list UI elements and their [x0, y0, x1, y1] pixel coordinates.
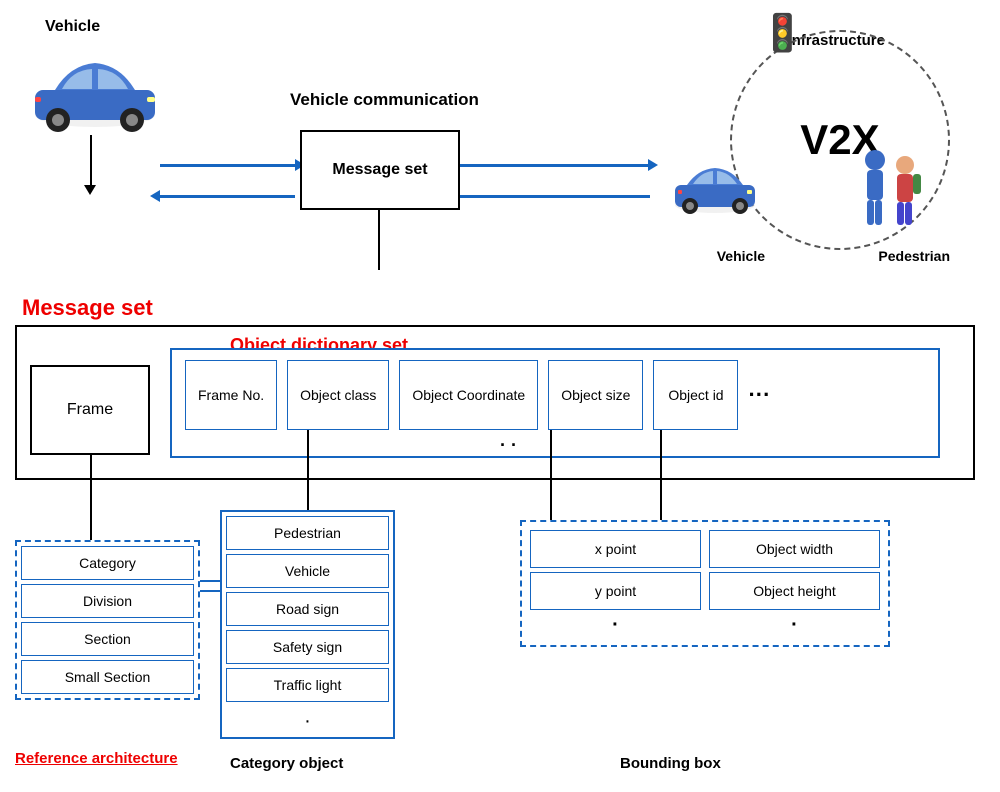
data-item-frame-no: Frame No. — [185, 360, 277, 430]
arrow-down-vehicle — [90, 135, 92, 185]
arrow-ext-left — [160, 195, 295, 198]
category-obj-box: Pedestrian Vehicle Road sign Safety sign… — [220, 510, 395, 739]
ref-arch-item-small-section: Small Section — [21, 660, 194, 694]
bounding-label: Bounding box — [620, 755, 721, 772]
cat-safety-sign: Safety sign — [226, 630, 389, 664]
frame-label: Frame — [67, 401, 113, 419]
category-obj-label: Category object — [230, 755, 343, 772]
vehicle-left-label: Vehicle — [45, 18, 100, 36]
vehicle-left-icon — [20, 45, 170, 135]
bounding-x-point: x point — [530, 530, 701, 568]
ref-arch-item-section: Section — [21, 622, 194, 656]
data-item-object-size: Object size — [548, 360, 643, 430]
connector-h-ref-cat2 — [200, 590, 222, 592]
cat-pedestrian: Pedestrian — [226, 516, 389, 550]
cat-dots: · — [222, 706, 393, 737]
message-set-box: Message set — [300, 130, 460, 210]
pedestrian-icon — [845, 140, 935, 240]
ref-arch-box: Category Division Section Small Section — [15, 540, 200, 700]
arrow-from-right-left — [460, 195, 650, 198]
connector-obj-class-down — [307, 430, 309, 510]
diagram: Vehicle communication Vehicle Frame — [0, 0, 1000, 792]
data-item-object-id: Object id — [653, 360, 738, 430]
connector-h-ref-cat — [200, 580, 222, 582]
connector-coord-down — [550, 430, 552, 520]
ref-arch-label: Reference architecture — [15, 750, 178, 767]
arrow-to-message — [160, 164, 295, 167]
frame-box: Frame — [30, 365, 150, 455]
message-set-red-label: Message set — [22, 295, 153, 321]
pedestrian-label: Pedestrian — [878, 248, 950, 264]
data-item-object-class: Object class — [287, 360, 389, 430]
dots-mid: ··· — [748, 382, 770, 408]
vehicle-comm-label: Vehicle communication — [290, 90, 479, 110]
connector-size-down — [660, 430, 662, 520]
arrow-down-message — [378, 210, 380, 270]
inner-dots: · · — [500, 435, 517, 456]
traffic-light-icon: 🚦 — [760, 12, 805, 54]
arrowhead-from-right-left — [150, 190, 160, 202]
bounding-height: Object height — [709, 572, 880, 610]
bounding-y-point: y point — [530, 572, 701, 610]
arrowhead-down-vehicle — [84, 185, 96, 195]
vehicle-right-label: Vehicle — [717, 248, 765, 264]
data-item-object-coord: Object Coordinate — [399, 360, 538, 430]
bounding-left-dots: · — [530, 614, 701, 637]
bounding-left-col: x point y point · — [530, 530, 701, 637]
ref-arch-item-division: Division — [21, 584, 194, 618]
connector-frame-down — [90, 455, 92, 540]
ref-arch-item-category: Category — [21, 546, 194, 580]
vehicle-right-icon — [665, 155, 765, 215]
data-items-row: Frame No. Object class Object Coordinate… — [185, 360, 770, 430]
bounding-right-col: Object width Object height · — [709, 530, 880, 637]
arrowhead-from-message-right — [648, 159, 658, 171]
cat-traffic-light: Traffic light — [226, 668, 389, 702]
message-set-box-label: Message set — [332, 161, 427, 179]
bounding-width: Object width — [709, 530, 880, 568]
bounding-right-dots: · — [709, 614, 880, 637]
cat-road-sign: Road sign — [226, 592, 389, 626]
bounding-outer: x point y point · Object width Object he… — [520, 520, 890, 647]
arrow-from-message-right — [460, 164, 650, 167]
cat-vehicle: Vehicle — [226, 554, 389, 588]
